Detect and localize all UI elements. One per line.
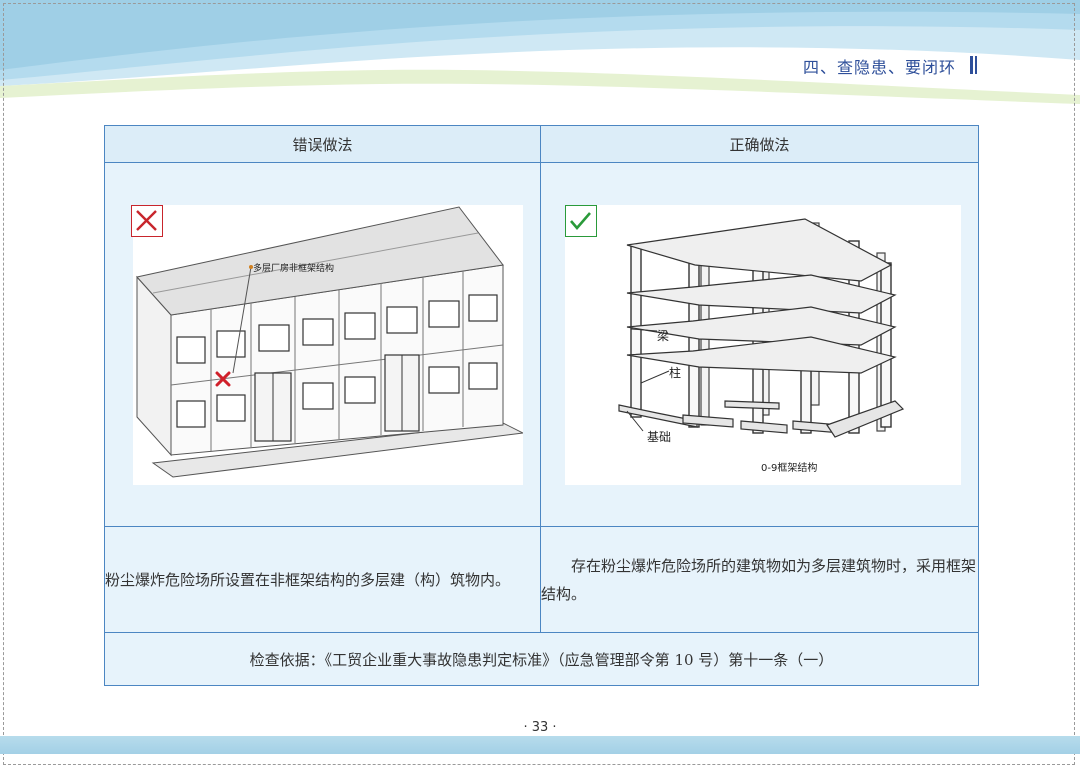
footer-band [0, 736, 1080, 754]
description-row: 粉尘爆炸危险场所设置在非框架结构的多层建（构）筑物内。 存在粉尘爆炸危险场所的建… [104, 526, 979, 633]
right-practice-description: 存在粉尘爆炸危险场所的建筑物如为多层建筑物时，采用框架结构。 [540, 526, 979, 633]
wrong-practice-header: 错误做法 [104, 125, 541, 163]
green-check-icon [565, 205, 597, 237]
title-accent-bar [970, 56, 973, 74]
basis-row: 检查依据：《工贸企业重大事故隐患判定标准》（应急管理部令第 10 号）第十一条（… [104, 632, 979, 686]
table-header-row: 错误做法 正确做法 [104, 125, 979, 163]
wrong-practice-image-cell: 多层厂房非框架结构 [104, 162, 541, 527]
frame-structure-illustration: 梁 柱 基础 0-9框架结构 [565, 205, 961, 485]
inspection-basis: 检查依据：《工贸企业重大事故隐患判定标准》（应急管理部令第 10 号）第十一条（… [104, 632, 979, 686]
comparison-table: 错误做法 正确做法 多层厂房非框架结构 梁 柱 基础 0-9框架结构 粉尘爆炸危… [104, 125, 979, 686]
column-label: 柱 [669, 365, 681, 380]
figure-caption: 0-9框架结构 [761, 461, 817, 474]
title-accent-bar-thin [975, 56, 977, 74]
right-practice-header: 正确做法 [540, 125, 979, 163]
image-row: 多层厂房非框架结构 梁 柱 基础 0-9框架结构 [104, 162, 979, 527]
non-frame-building-illustration: 多层厂房非框架结构 [133, 205, 523, 485]
wrong-practice-description: 粉尘爆炸危险场所设置在非框架结构的多层建（构）筑物内。 [104, 526, 541, 633]
right-practice-image-cell: 梁 柱 基础 0-9框架结构 [540, 162, 979, 527]
section-title: 四、查隐患、要闭环 [802, 58, 956, 77]
foundation-label: 基础 [647, 430, 671, 444]
building-callout-label: 多层厂房非框架结构 [253, 262, 334, 274]
red-cross-icon [131, 205, 163, 237]
beam-label: 梁 [657, 328, 669, 343]
page-number: · 33 · [523, 720, 557, 735]
